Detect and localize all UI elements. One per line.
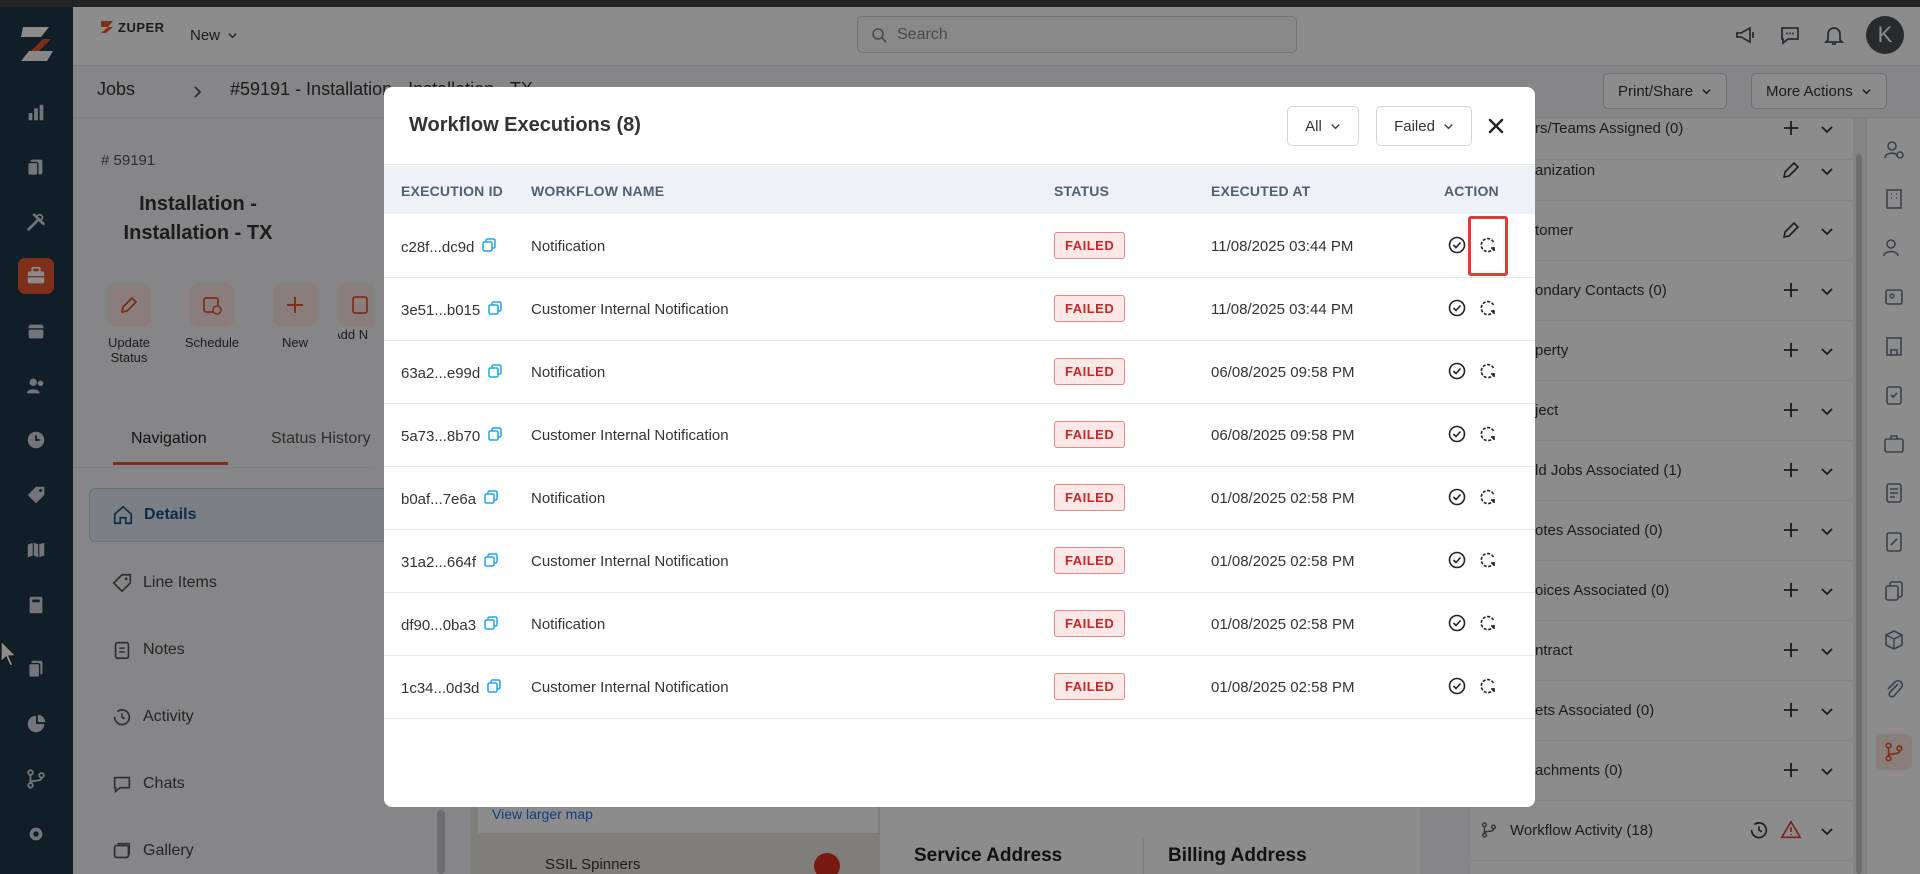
table-row: 3e51...b015 Customer Internal Notificatio… [384,278,1535,341]
workflow-name: Notification [531,364,606,381]
close-icon[interactable] [1485,115,1507,137]
retry-icon[interactable] [1478,361,1498,381]
executed-at: 01/08/2025 02:58 PM [1211,616,1355,633]
mark-resolved-check-icon[interactable] [1447,298,1467,318]
column-header-workflow-name: WORKFLOW NAME [531,183,665,199]
workflow-name: Notification [531,616,606,633]
retry-icon[interactable] [1478,424,1498,444]
execution-id: 63a2...e99d [401,364,481,382]
execution-id: 5a73...8b70 [401,427,481,445]
status-badge: FAILED [1054,358,1126,385]
table-row: 5a73...8b70 Customer Internal Notificatio… [384,404,1535,467]
execution-id-cell: 31a2...664f [401,553,498,571]
copy-icon[interactable] [488,301,502,319]
executed-at: 06/08/2025 09:58 PM [1211,427,1355,444]
execution-id: 31a2...664f [401,553,477,571]
chevron-down-icon [1331,123,1340,129]
status-filter-select[interactable]: Failed [1376,106,1472,146]
mark-resolved-check-icon[interactable] [1447,235,1467,255]
status-badge: FAILED [1054,484,1126,511]
column-header-execution-id: EXECUTION ID [401,183,503,199]
column-header-executed-at: EXECUTED AT [1211,183,1311,199]
status-badge: FAILED [1054,547,1126,574]
dialog-title: Workflow Executions (8) [409,114,641,136]
mark-resolved-check-icon[interactable] [1447,550,1467,570]
execution-id: df90...0ba3 [401,616,477,634]
copy-icon[interactable] [487,679,502,697]
workflow-name: Customer Internal Notification [531,679,729,696]
retry-icon[interactable] [1478,676,1498,696]
execution-id-cell: b0af...7e6a [401,490,498,508]
retry-icon[interactable] [1478,487,1498,507]
copy-icon[interactable] [484,616,498,634]
workflow-name: Customer Internal Notification [531,553,729,570]
mark-resolved-check-icon[interactable] [1447,613,1467,633]
mark-resolved-check-icon[interactable] [1447,676,1467,696]
status-badge: FAILED [1054,610,1126,637]
execution-id-cell: 63a2...e99d [401,364,502,382]
executed-at: 06/08/2025 09:58 PM [1211,364,1355,381]
mark-resolved-check-icon[interactable] [1447,424,1467,444]
mark-resolved-check-icon[interactable] [1447,361,1467,381]
execution-id: c28f...dc9d [401,238,475,256]
execution-id-cell: c28f...dc9d [401,238,497,256]
table-row: 63a2...e99d Notification FAILED 06/08/2025 … [384,341,1535,404]
column-header-action: ACTION [1444,183,1499,199]
workflow-name: Customer Internal Notification [531,301,729,318]
highlighted-retry-action [1468,216,1508,276]
table-row: 31a2...664f Customer Internal Notificatio… [384,530,1535,593]
workflow-name: Notification [531,490,606,507]
execution-id-cell: 1c34...0d3d [401,679,502,697]
scope-filter-select[interactable]: All [1287,106,1359,146]
executed-at: 01/08/2025 02:58 PM [1211,679,1355,696]
execution-id-cell: 5a73...8b70 [401,427,502,445]
copy-icon[interactable] [484,553,498,571]
status-badge: FAILED [1054,673,1126,700]
retry-icon[interactable] [1478,613,1498,633]
table-row: 1c34...0d3d Customer Internal Notificatio… [384,656,1535,719]
execution-id: 1c34...0d3d [401,679,480,697]
table-header: EXECUTION ID WORKFLOW NAME STATUS EXECUT… [384,166,1535,214]
execution-id-cell: 3e51...b015 [401,301,502,319]
copy-icon[interactable] [488,364,502,382]
status-badge: FAILED [1054,295,1126,322]
executed-at: 11/08/2025 03:44 PM [1211,238,1354,255]
execution-id-cell: df90...0ba3 [401,616,498,634]
table-row: b0af...7e6a Notification FAILED 01/08/2025 … [384,467,1535,530]
retry-icon[interactable] [1478,298,1498,318]
copy-icon[interactable] [482,238,497,256]
execution-id: b0af...7e6a [401,490,477,508]
executed-at: 01/08/2025 02:58 PM [1211,490,1355,507]
column-header-status: STATUS [1054,183,1110,199]
workflow-name: Customer Internal Notification [531,427,729,444]
status-badge: FAILED [1054,421,1126,448]
status-filter-value: Failed [1394,117,1435,135]
mark-resolved-check-icon[interactable] [1447,487,1467,507]
executed-at: 01/08/2025 02:58 PM [1211,553,1355,570]
executed-at: 11/08/2025 03:44 PM [1211,301,1354,318]
copy-icon[interactable] [484,490,498,508]
retry-icon[interactable] [1478,550,1498,570]
status-badge: FAILED [1054,232,1126,259]
execution-id: 3e51...b015 [401,301,481,319]
workflow-executions-dialog: Workflow Executions (8) All Failed EXECU… [384,87,1535,807]
copy-icon[interactable] [488,427,502,445]
workflow-name: Notification [531,238,606,255]
dialog-header: Workflow Executions (8) All Failed [384,87,1535,165]
scope-filter-value: All [1305,117,1322,135]
table-row: c28f...dc9d Notification FAILED 11/08/2025 … [384,215,1535,278]
chevron-down-icon [1444,123,1453,129]
table-row: df90...0ba3 Notification FAILED 01/08/2025 … [384,593,1535,656]
